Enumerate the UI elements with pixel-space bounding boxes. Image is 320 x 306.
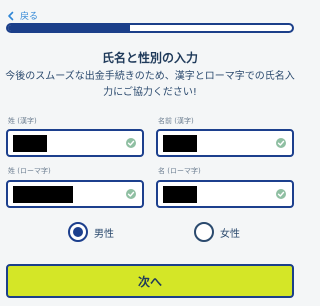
check-icon <box>126 189 136 199</box>
gender-male-label: 男性 <box>94 228 114 240</box>
last-name-kanji-input[interactable] <box>6 129 144 157</box>
gender-male-radio[interactable]: 男性 <box>68 222 114 242</box>
progress-bar <box>6 23 294 33</box>
back-label: 戻る <box>20 12 39 22</box>
radio-selected-icon <box>68 222 88 242</box>
redacted-value <box>13 186 73 203</box>
back-link[interactable]: 戻る <box>6 9 38 22</box>
first-name-kanji-label: 名前 (漢字) <box>158 117 194 125</box>
chevron-left-icon <box>6 11 16 21</box>
progress-fill <box>8 25 131 31</box>
page-title: 氏名と性別の入力 <box>101 51 198 65</box>
redacted-value <box>163 186 197 203</box>
name-gender-form-page: 戻る 氏名と性別の入力 今後のスムーズな出金手続きのため、漢字とローマ字での氏名… <box>0 0 300 306</box>
last-name-kanji-label: 姓 (漢字) <box>8 117 37 125</box>
last-name-roman-label: 姓 (ローマ字) <box>8 167 51 175</box>
next-button[interactable]: 次へ <box>6 264 294 298</box>
first-name-roman-label: 名 (ローマ字) <box>158 167 201 175</box>
check-icon <box>126 138 136 148</box>
page-description: 今後のスムーズな出金手続きのため、漢字とローマ字での氏名入力にご協力ください! <box>5 71 295 98</box>
first-name-kanji-input[interactable] <box>156 129 294 157</box>
gender-female-radio[interactable]: 女性 <box>194 222 240 242</box>
redacted-value <box>163 135 197 152</box>
first-name-roman-input[interactable] <box>156 180 294 208</box>
check-icon <box>276 138 286 148</box>
radio-unselected-icon <box>194 222 214 242</box>
check-icon <box>276 189 286 199</box>
redacted-value <box>13 135 47 152</box>
last-name-roman-input[interactable] <box>6 180 144 208</box>
gender-female-label: 女性 <box>220 228 240 240</box>
